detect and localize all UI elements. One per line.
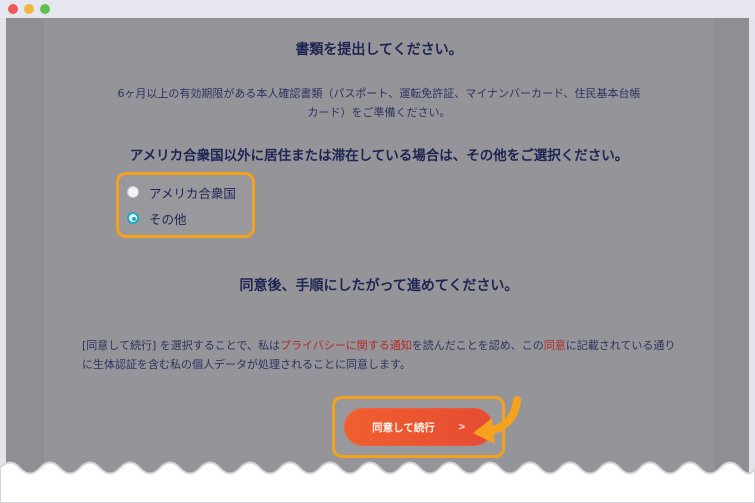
title-bar <box>0 0 755 18</box>
consent-middle: を読んだことを認め、この <box>411 339 544 352</box>
dimmed-content-area: 書類を提出してください。 6ヶ月以上の有効期限がある本人確認書類（パスポート、運… <box>6 18 749 488</box>
continue-heading: 同意後、手順にしたがって進めてください。 <box>239 278 519 294</box>
window-close-icon[interactable] <box>8 4 18 14</box>
radio-button-usa[interactable] <box>127 186 139 198</box>
chevron-right-icon: > <box>458 421 465 433</box>
app-window: 書類を提出してください。 6ヶ月以上の有効期限がある本人確認書類（パスポート、運… <box>0 0 755 503</box>
curved-arrow-icon <box>473 396 521 444</box>
country-radio-group: アメリカ合衆国 その他 <box>116 172 255 238</box>
torn-bottom-edge <box>0 461 755 503</box>
page-title: 書類を提出してください。 <box>295 42 463 58</box>
residence-question: アメリカ合衆国以外に居住または滞在している場合は、その他をご選択ください。 <box>129 148 629 164</box>
radio-button-other[interactable] <box>127 212 139 224</box>
consent-prefix: [同意して続行] を選択することで、私は <box>82 339 280 352</box>
radio-option-usa[interactable]: アメリカ合衆国 <box>127 183 236 201</box>
radio-label-usa: アメリカ合衆国 <box>149 185 236 201</box>
consent-link[interactable]: 同意 <box>544 339 566 352</box>
window-zoom-icon[interactable] <box>40 4 50 14</box>
document-submission-page: 書類を提出してください。 6ヶ月以上の有効期限がある本人確認書類（パスポート、運… <box>44 18 714 488</box>
privacy-notice-link[interactable]: プライバシーに関する通知 <box>280 339 412 352</box>
document-notice: 6ヶ月以上の有効期限がある本人確認書類（パスポート、運転免許証、マイナンバーカー… <box>117 87 641 119</box>
radio-option-other[interactable]: その他 <box>127 209 187 227</box>
radio-label-other: その他 <box>149 211 187 227</box>
consent-text: [同意して続行] を選択することで、私はプライバシーに関する通知を読んだことを認… <box>82 336 682 374</box>
agree-continue-label: 同意して続行 <box>372 421 435 434</box>
window-minimize-icon[interactable] <box>24 4 34 14</box>
